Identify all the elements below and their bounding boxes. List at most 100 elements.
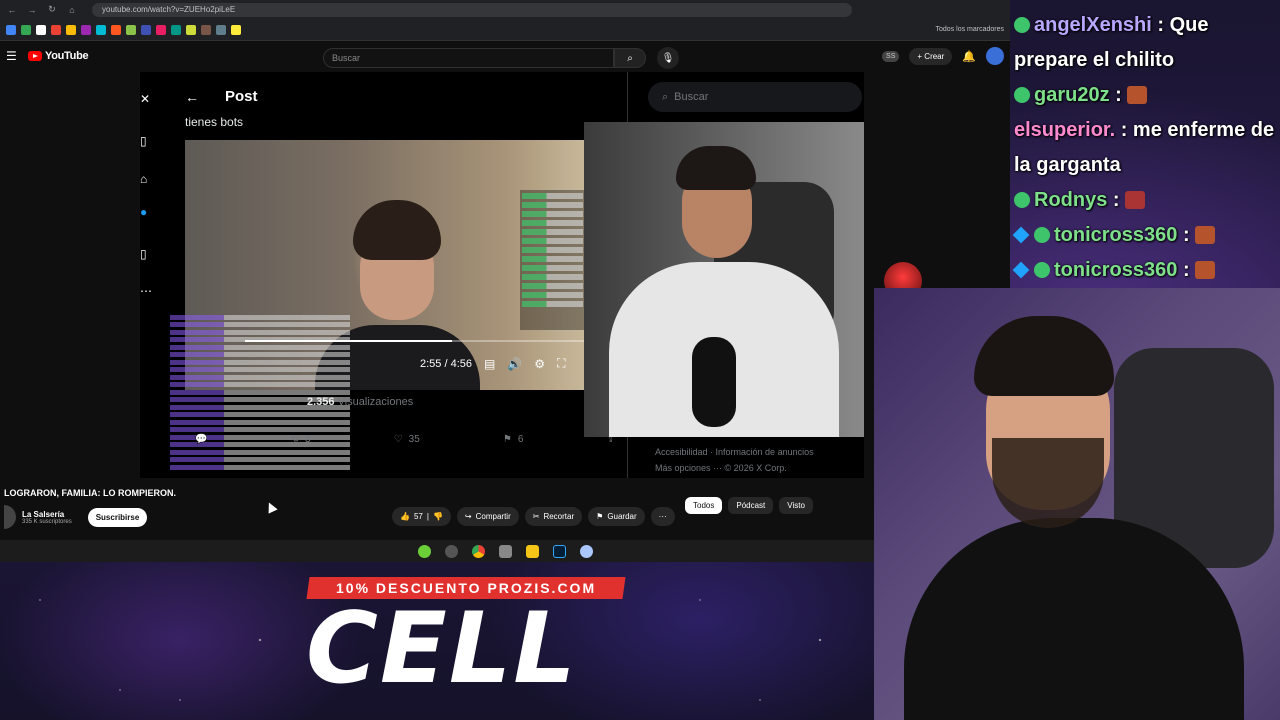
- like-count: 35: [408, 434, 420, 445]
- volume-icon[interactable]: 🔊: [507, 357, 522, 371]
- footer-link[interactable]: Accesibilidad: [655, 447, 708, 457]
- bookmark-count: 6: [517, 434, 524, 445]
- back-arrow-icon[interactable]: ←: [185, 89, 199, 105]
- bookmark-icon[interactable]: [231, 24, 241, 35]
- chip-todos[interactable]: Todos: [685, 497, 723, 514]
- share-icon: ↪: [464, 512, 472, 521]
- app-icon[interactable]: [579, 544, 593, 558]
- bookmark-icon[interactable]: [96, 24, 106, 35]
- channel-name[interactable]: La Salsería: [22, 510, 72, 519]
- ss-badge[interactable]: SS: [882, 50, 900, 62]
- bell-icon[interactable]: 🔔: [962, 50, 976, 63]
- search-icon[interactable]: ⌕: [614, 48, 646, 68]
- more-button[interactable]: ···: [650, 507, 675, 526]
- chat-text: :: [1182, 259, 1190, 281]
- search-icon: ⌕: [662, 90, 669, 103]
- views-number: 2.356: [307, 396, 335, 408]
- cube-badge-icon: [1012, 226, 1030, 244]
- reload-icon[interactable]: ↻: [46, 4, 58, 15]
- home-icon[interactable]: ⌂: [66, 5, 78, 15]
- app-icon[interactable]: [444, 544, 458, 558]
- repost-button[interactable]: ⟲ 3: [291, 434, 311, 445]
- bookmark-icon[interactable]: [171, 24, 181, 35]
- progress-fill: [245, 340, 452, 342]
- like-button[interactable]: ♡ 35: [394, 434, 420, 445]
- stream-chat: angelXenshi : Que prepare el chilito gar…: [1012, 8, 1280, 288]
- create-button[interactable]: + Crear: [909, 47, 953, 65]
- communities-icon[interactable]: ⌂: [140, 172, 147, 186]
- bookmark-icon[interactable]: [66, 24, 76, 35]
- youtube-play-icon: [28, 51, 42, 61]
- bookmark-icon[interactable]: [156, 24, 166, 35]
- reply-button[interactable]: 💬: [195, 434, 207, 445]
- fullscreen-icon[interactable]: ⛶: [557, 356, 565, 371]
- bookmark-icon[interactable]: [81, 24, 91, 35]
- bookmark-icon[interactable]: [186, 24, 196, 35]
- menu-icon[interactable]: ☰: [6, 49, 20, 63]
- chrome-icon[interactable]: [471, 544, 485, 558]
- more-icon[interactable]: ⋯: [140, 284, 152, 298]
- profile-icon[interactable]: ▯: [140, 247, 147, 261]
- bookmark-icon[interactable]: [216, 24, 226, 35]
- copyright-text: © 2026 X Corp.: [724, 463, 787, 473]
- microphone-icon[interactable]: 🎙: [657, 47, 679, 69]
- footer-link[interactable]: Información de anuncios: [716, 447, 814, 457]
- captions-icon[interactable]: ▤: [484, 357, 495, 371]
- x-search-placeholder: Buscar: [674, 91, 709, 103]
- subscribe-button[interactable]: Suscribirse: [87, 507, 148, 527]
- thumbs-down-icon[interactable]: 👎: [433, 512, 443, 521]
- post-header: ← Post: [185, 88, 258, 105]
- bookmark-icon[interactable]: [126, 24, 136, 35]
- views-count: 2.356 Visualizaciones: [307, 396, 413, 408]
- app-icon[interactable]: [417, 544, 431, 558]
- progress-bar[interactable]: [245, 340, 595, 342]
- bookmark-icon[interactable]: [51, 24, 61, 35]
- chat-message: tonicross360 :: [1012, 253, 1280, 288]
- chip-visto[interactable]: Visto: [779, 497, 813, 514]
- avatar[interactable]: [986, 47, 1004, 65]
- x-search-input[interactable]: ⌕ Buscar: [648, 82, 862, 112]
- folder-icon[interactable]: [525, 544, 539, 558]
- all-bookmarks-label[interactable]: Todos los marcadores: [936, 26, 1004, 33]
- like-count: 57: [413, 512, 423, 521]
- channel-avatar[interactable]: [4, 505, 16, 529]
- video-player[interactable]: ✕ ▯ ⌂ ● ▯ ⋯ ← Post tienes bots ⌕ Buscar: [140, 72, 864, 478]
- emote-icon: [1127, 86, 1148, 104]
- premium-icon[interactable]: ●: [140, 205, 147, 219]
- back-icon[interactable]: ←: [6, 5, 18, 15]
- bookmark-icon[interactable]: [201, 24, 211, 35]
- footer-link[interactable]: Más opciones ···: [655, 463, 722, 473]
- clip-button[interactable]: ✂ Recortar: [524, 507, 583, 526]
- chip-podcast[interactable]: Pódcast: [728, 497, 774, 514]
- youtube-logo[interactable]: YouTube: [28, 50, 89, 62]
- photoshop-icon[interactable]: [552, 544, 566, 558]
- repost-count: 3: [304, 434, 311, 445]
- post-actions: 💬 ⟲ 3 ♡ 35 ⚑ 6 ⇪: [195, 434, 615, 445]
- bookmark-icon[interactable]: [111, 24, 121, 35]
- bookmark-nav-icon[interactable]: ▯: [140, 134, 147, 148]
- video-title: LOGRARON, FAMILIA: LO ROMPIERON.: [4, 488, 176, 498]
- reply-icon: 💬: [195, 434, 208, 445]
- badge-icon: [1034, 262, 1050, 278]
- youtube-header: ☰ YouTube Buscar ⌕ 🎙 SS + Crear 🔔: [0, 41, 1010, 71]
- bookmark-icon[interactable]: [36, 24, 46, 35]
- emote-icon: [1125, 191, 1146, 209]
- settings-icon[interactable]: ⚙: [534, 357, 545, 371]
- forward-icon[interactable]: →: [26, 5, 38, 15]
- share-button[interactable]: ↪ Compartir: [456, 507, 519, 526]
- youtube-search-input[interactable]: Buscar: [323, 48, 614, 68]
- bookmark-icon[interactable]: [141, 24, 151, 35]
- bookmark-button[interactable]: ⚑ 6: [503, 434, 524, 445]
- url-bar[interactable]: youtube.com/watch?v=ZUEHo2piLeE: [92, 2, 852, 17]
- x-logo-icon[interactable]: ✕: [140, 92, 150, 106]
- repost-icon: ⟲: [290, 434, 299, 445]
- chat-message: Rodnys :: [1014, 183, 1280, 218]
- bookmark-icon[interactable]: [6, 24, 16, 35]
- chat-text: :: [1182, 224, 1190, 246]
- app-icon[interactable]: [498, 544, 512, 558]
- like-button[interactable]: 👍 57 | 👎: [392, 507, 451, 526]
- heart-icon: ♡: [393, 434, 403, 445]
- bookmark-icon[interactable]: [21, 24, 31, 35]
- chat-message: angelXenshi : Que prepare el chilito: [1014, 8, 1280, 78]
- save-button[interactable]: ⚑ Guardar: [588, 507, 645, 526]
